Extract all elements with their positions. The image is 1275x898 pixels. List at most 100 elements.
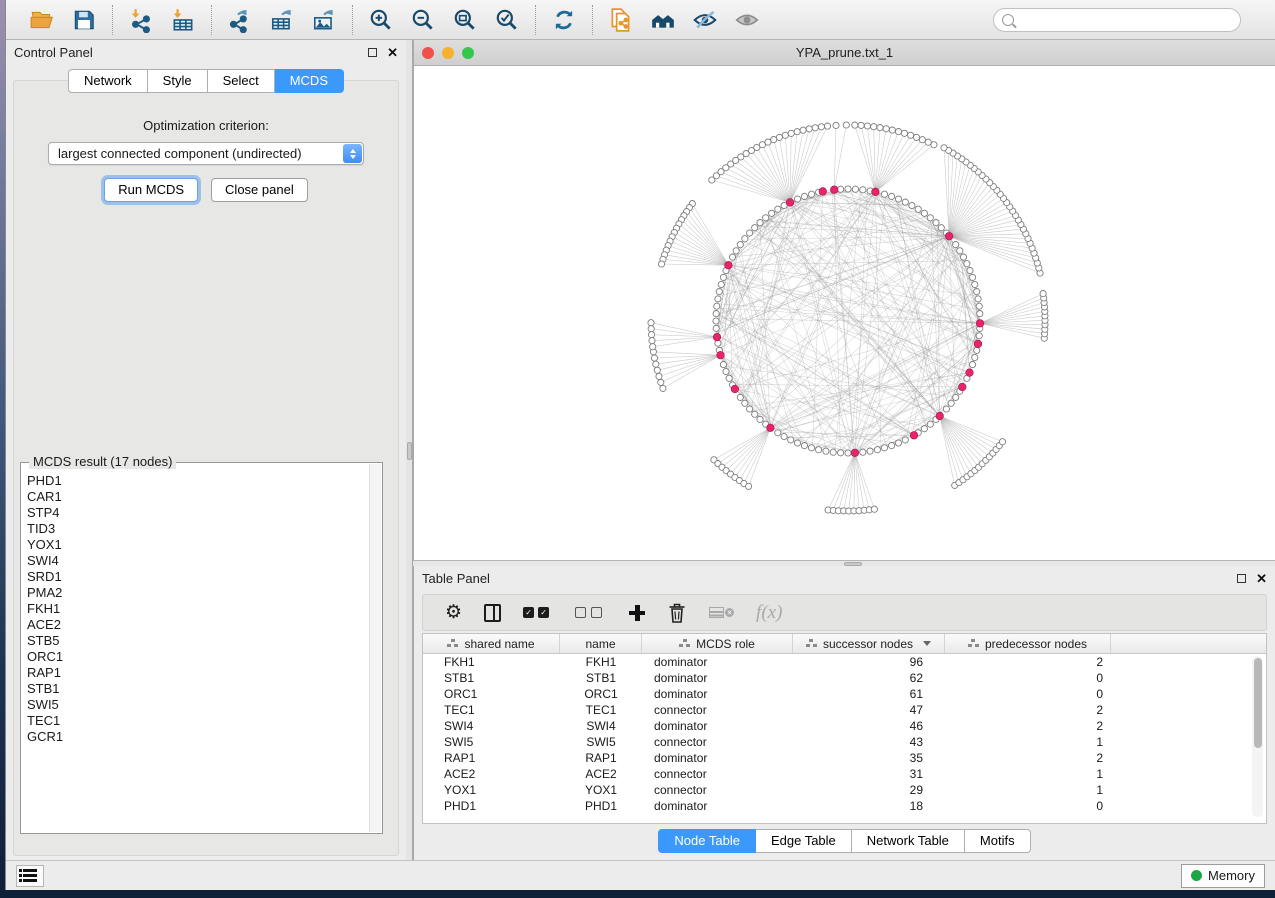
network-node[interactable] bbox=[860, 449, 866, 455]
network-node[interactable] bbox=[943, 406, 949, 412]
network-node[interactable] bbox=[830, 449, 836, 455]
network-node[interactable] bbox=[653, 361, 659, 367]
import-network-icon[interactable] bbox=[125, 5, 157, 35]
network-node[interactable] bbox=[889, 127, 895, 133]
network-node[interactable] bbox=[788, 130, 794, 136]
network-node[interactable] bbox=[757, 220, 763, 226]
network-node[interactable] bbox=[794, 196, 800, 202]
table-cell[interactable]: 2 bbox=[945, 702, 1111, 718]
table-row[interactable]: YOX1YOX1connector291 bbox=[423, 782, 1266, 798]
table-cell[interactable]: 96 bbox=[793, 654, 945, 670]
zoom-in-icon[interactable] bbox=[365, 5, 397, 35]
table-cell[interactable]: 47 bbox=[793, 702, 945, 718]
column-header-predecessor-nodes[interactable]: predecessor nodes bbox=[945, 634, 1111, 653]
network-node[interactable] bbox=[1040, 291, 1046, 297]
network-node[interactable] bbox=[941, 145, 947, 151]
table-row[interactable]: PHD1PHD1dominator180 bbox=[423, 798, 1266, 814]
run-mcds-button[interactable]: Run MCDS bbox=[104, 178, 198, 202]
dominator-node[interactable] bbox=[713, 333, 721, 341]
network-node[interactable] bbox=[808, 191, 814, 197]
table-scrollbar[interactable] bbox=[1252, 656, 1263, 817]
network-node[interactable] bbox=[720, 362, 726, 368]
network-node[interactable] bbox=[746, 483, 752, 489]
network-node[interactable] bbox=[964, 261, 970, 267]
network-node[interactable] bbox=[658, 261, 664, 267]
table-cell[interactable]: TEC1 bbox=[560, 702, 642, 718]
table-cell[interactable]: 0 bbox=[945, 670, 1111, 686]
network-node[interactable] bbox=[970, 362, 976, 368]
network-node[interactable] bbox=[871, 506, 877, 512]
network-node[interactable] bbox=[788, 437, 794, 443]
table-cell[interactable]: 29 bbox=[793, 782, 945, 798]
table-cell[interactable]: 46 bbox=[793, 718, 945, 734]
network-node[interactable] bbox=[874, 447, 880, 453]
network-node[interactable] bbox=[752, 411, 758, 417]
network-node[interactable] bbox=[781, 433, 787, 439]
table-cell[interactable]: connector bbox=[642, 766, 793, 782]
dominator-node[interactable] bbox=[851, 449, 859, 457]
table-row[interactable]: ORC1ORC1dominator610 bbox=[423, 686, 1266, 702]
close-panel-button-mcds[interactable]: Close panel bbox=[211, 178, 308, 202]
table-row[interactable]: ACE2ACE2connector311 bbox=[423, 766, 1266, 782]
splitter-handle[interactable] bbox=[407, 442, 412, 460]
table-cell[interactable]: dominator bbox=[642, 798, 793, 814]
dominator-node[interactable] bbox=[910, 432, 918, 440]
dominator-node[interactable] bbox=[945, 232, 953, 240]
network-node[interactable] bbox=[921, 210, 927, 216]
close-table-panel-button[interactable]: ✕ bbox=[1256, 571, 1267, 587]
table-scrollbar-thumb[interactable] bbox=[1254, 658, 1262, 748]
tab-select[interactable]: Select bbox=[208, 69, 275, 93]
network-node[interactable] bbox=[729, 254, 735, 260]
table-cell[interactable]: SWI5 bbox=[423, 734, 560, 750]
network-node[interactable] bbox=[648, 326, 654, 332]
table-row[interactable]: TEC1TEC1connector472 bbox=[423, 702, 1266, 718]
table-cell[interactable]: RAP1 bbox=[423, 750, 560, 766]
hide-selected-eye-icon[interactable] bbox=[689, 5, 721, 35]
table-cell[interactable]: ACE2 bbox=[423, 766, 560, 782]
table-cell[interactable]: dominator bbox=[642, 686, 793, 702]
network-node[interactable] bbox=[660, 385, 666, 391]
tab-motifs[interactable]: Motifs bbox=[965, 829, 1031, 853]
network-node[interactable] bbox=[656, 373, 662, 379]
network-node[interactable] bbox=[649, 338, 655, 344]
table-cell[interactable]: SWI4 bbox=[560, 718, 642, 734]
import-table-icon[interactable] bbox=[167, 5, 199, 35]
table-cell[interactable]: 2 bbox=[945, 654, 1111, 670]
network-node[interactable] bbox=[919, 137, 925, 143]
network-node[interactable] bbox=[800, 127, 806, 133]
network-node[interactable] bbox=[960, 254, 966, 260]
column-settings-gear-icon[interactable]: ⚙ bbox=[445, 601, 462, 625]
tab-network-table[interactable]: Network Table bbox=[852, 829, 965, 853]
dominator-node[interactable] bbox=[959, 383, 967, 391]
network-node[interactable] bbox=[976, 303, 982, 309]
open-file-icon[interactable] bbox=[26, 5, 58, 35]
zoom-fit-icon[interactable] bbox=[449, 5, 481, 35]
network-node[interactable] bbox=[742, 236, 748, 242]
table-cell[interactable]: ORC1 bbox=[423, 686, 560, 702]
criterion-dropdown[interactable]: largest connected component (undirected) bbox=[48, 142, 364, 165]
tab-mcds[interactable]: MCDS bbox=[275, 69, 344, 93]
network-node[interactable] bbox=[733, 248, 739, 254]
network-canvas[interactable] bbox=[414, 66, 1275, 560]
function-builder-icon[interactable]: f(x) bbox=[756, 601, 782, 625]
network-node[interactable] bbox=[654, 367, 660, 373]
network-node[interactable] bbox=[715, 296, 721, 302]
column-header-successor-nodes[interactable]: successor nodes bbox=[793, 634, 945, 653]
network-node[interactable] bbox=[737, 242, 743, 248]
network-node[interactable] bbox=[650, 344, 656, 350]
network-node[interactable] bbox=[806, 126, 812, 132]
table-cell[interactable]: RAP1 bbox=[560, 750, 642, 766]
network-node[interactable] bbox=[953, 394, 959, 400]
network-node[interactable] bbox=[957, 248, 963, 254]
table-cell[interactable]: 1 bbox=[945, 734, 1111, 750]
network-node[interactable] bbox=[752, 225, 758, 231]
network-node[interactable] bbox=[709, 177, 715, 183]
memory-button[interactable]: Memory bbox=[1181, 864, 1265, 888]
network-node[interactable] bbox=[651, 355, 657, 361]
table-cell[interactable]: 0 bbox=[945, 686, 1111, 702]
show-eye-icon[interactable] bbox=[731, 5, 763, 35]
network-node[interactable] bbox=[852, 186, 858, 192]
table-cell[interactable]: SWI5 bbox=[560, 734, 642, 750]
network-node[interactable] bbox=[913, 134, 919, 140]
network-node[interactable] bbox=[812, 125, 818, 131]
